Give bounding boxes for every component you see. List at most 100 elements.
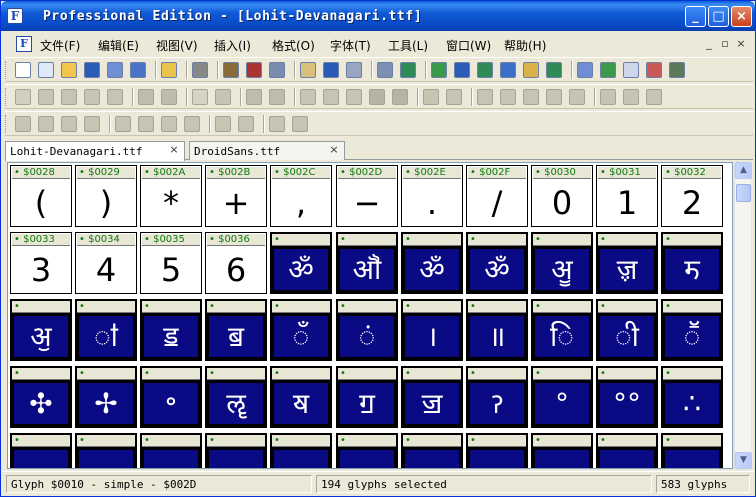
align-bottom-icon[interactable] [138,116,154,132]
menu-insert[interactable]: 插入(I) [214,37,251,54]
glyph-cell[interactable]: • ॸ [661,232,723,294]
maximize-button[interactable]: □ [708,6,729,27]
glyph-cell[interactable]: • $002F / [466,165,528,227]
glyph-cell[interactable]: • [596,433,658,468]
glyph-cell[interactable]: • ॰ [140,366,202,428]
glyph-cell[interactable]: • $002B + [205,165,267,227]
glyph-cell[interactable]: • $0030 0 [531,165,593,227]
zoom-in-icon[interactable] [138,89,154,105]
open-icon[interactable] [61,62,77,78]
match-height-icon[interactable] [292,116,308,132]
glyph-cell[interactable]: • $0031 1 [596,165,658,227]
glyph-cell[interactable]: • [466,433,528,468]
paint-icon[interactable] [323,89,339,105]
menu-edit[interactable]: 编辑(E) [98,37,139,54]
document-icon[interactable]: F [16,36,32,52]
paste-icon[interactable] [300,62,316,78]
grid-icon[interactable] [577,62,593,78]
close-button[interactable]: × [731,6,752,27]
lasso-icon[interactable] [38,89,54,105]
glyph-cell[interactable]: • ॺ [270,366,332,428]
scroll-thumb[interactable] [736,184,751,202]
glyph-cell[interactable]: • ं [336,299,398,361]
space-v-icon[interactable] [238,116,254,132]
print-icon[interactable] [192,62,208,78]
folder-icon[interactable] [161,62,177,78]
glyph-cell[interactable]: • [401,433,463,468]
align-left-icon[interactable] [15,116,31,132]
text-icon[interactable] [500,62,516,78]
grid-9-icon[interactable] [500,89,516,105]
glyph-cell[interactable]: • ॕ [661,299,723,361]
window-icon[interactable] [623,62,639,78]
glyph-cell[interactable]: • ी [596,299,658,361]
select-icon[interactable] [15,89,31,105]
glyph-cell[interactable]: • ॐ [401,232,463,294]
glyph-cell[interactable]: • $0036 6 [205,232,267,294]
align-center-icon[interactable] [38,116,54,132]
toolbar-grip[interactable] [5,88,8,106]
glyph-cell[interactable]: • ∴ [661,366,723,428]
hand-icon[interactable] [61,89,77,105]
glyph-cell[interactable]: • ॐ [466,232,528,294]
glyph-cell[interactable]: • ॵ [336,232,398,294]
grid-4-icon[interactable] [477,89,493,105]
vertical-scrollbar[interactable]: ▲ ▼ [734,162,752,469]
bug-icon[interactable] [669,62,685,78]
glyph-cell[interactable]: • $0035 5 [140,232,202,294]
prev-icon[interactable] [423,89,439,105]
add-glyph-icon[interactable] [400,62,416,78]
find-icon[interactable] [223,62,239,78]
glyph-cell[interactable]: • । [401,299,463,361]
redo-icon[interactable] [346,62,362,78]
add-font-icon[interactable] [600,62,616,78]
glyph-cell[interactable]: • ° [531,366,593,428]
glyph-cell[interactable]: • ॐ [270,232,332,294]
scroll-down-icon[interactable]: ▼ [735,452,752,469]
tab-close-icon[interactable]: × [168,144,180,156]
menu-view[interactable]: 视图(V) [156,37,198,54]
glyph-cell[interactable]: • $0034 4 [75,232,137,294]
glyph-cell[interactable]: • [270,433,332,468]
align-middle-icon[interactable] [115,116,131,132]
next-icon[interactable] [446,89,462,105]
new-icon[interactable] [15,62,31,78]
transform-icon[interactable] [546,89,562,105]
glyph-cell[interactable]: • ॹ [596,232,658,294]
toolbar-grip[interactable] [5,61,8,79]
glyph-cell[interactable]: • ॿ [205,299,267,361]
node-icon[interactable] [269,89,285,105]
save-icon[interactable] [84,62,100,78]
glyph-cell[interactable]: • ँ [270,299,332,361]
menu-tools[interactable]: 工具(L) [388,37,428,54]
glyph-cell[interactable]: • $0029) [75,165,137,227]
app-logo-icon[interactable]: F [7,8,23,24]
glyph-cell[interactable]: • ॡ [205,366,267,428]
rect-icon[interactable] [369,89,385,105]
frame-icon[interactable] [192,89,208,105]
scroll-up-icon[interactable]: ▲ [735,162,752,179]
nodes-icon[interactable] [623,89,639,105]
save-all-icon[interactable] [130,62,146,78]
insert-glyph-icon[interactable] [431,62,447,78]
glyph-cell[interactable]: • ॥ [466,299,528,361]
match-width-icon[interactable] [269,116,285,132]
eraser-icon[interactable] [646,62,662,78]
glyph-cell[interactable]: • [531,433,593,468]
tab-lohit-devanagari[interactable]: Lohit-Devanagari.ttf × [5,141,185,161]
menu-window[interactable]: 窗口(W) [446,37,491,54]
new-list-icon[interactable] [38,62,54,78]
copy-icon[interactable] [269,62,285,78]
glyph-cell[interactable]: • ॻ [336,366,398,428]
check-icon[interactable] [477,62,493,78]
glyph-cell[interactable]: • ि [531,299,593,361]
cut-icon[interactable] [246,62,262,78]
sort-icon[interactable] [454,62,470,78]
glyph-grid[interactable]: • $0028 (• $0029) • $002A * • $002B + • $002C,… [7,162,733,469]
glyph-cell[interactable]: • $0033 3 [10,232,72,294]
glyph-cell[interactable]: • $0032 2 [661,165,723,227]
glyph-cell[interactable]: • [661,433,723,468]
glyph-cell[interactable]: • [140,433,202,468]
image-icon[interactable] [300,89,316,105]
validate-icon[interactable] [546,62,562,78]
